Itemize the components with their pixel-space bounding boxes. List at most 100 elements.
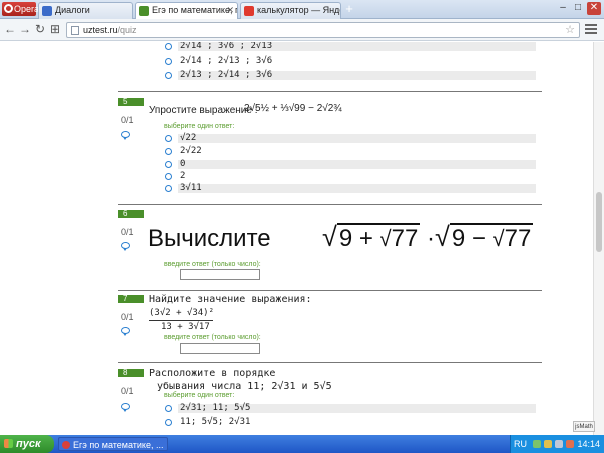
q6-answer-input[interactable] [180,269,260,280]
menu-hamburger-icon[interactable] [585,24,597,36]
tab-dialogs[interactable]: Диалоги [38,2,133,19]
url-path: /quiz [117,25,137,35]
q7-hint: введите ответ (только число): [164,334,261,341]
jsmath-badge[interactable]: jsMath [573,421,595,432]
radio-option[interactable] [165,43,172,50]
comment-bubble-icon[interactable] [121,131,130,140]
back-arrow-icon[interactable]: ← [3,23,17,37]
q6-expr-b: 77 [391,223,419,252]
q5-option-1: √22 [178,134,536,143]
q6-score: 0/1 [121,227,134,237]
q7-answer-input[interactable] [180,343,260,354]
q6-expr-a: 9 + [338,225,380,252]
question-divider [118,362,542,363]
tab-close-icon[interactable]: ✕ [226,3,234,18]
new-tab-plus-icon[interactable]: + [343,2,355,16]
q7-prompt: Найдите значение выражения: [149,294,312,305]
tab-yandex-calculator[interactable]: калькулятор — Яндекс: на [240,2,341,19]
url-host: uztest.ru [83,25,118,35]
minimize-icon[interactable]: – [556,2,570,15]
q5-hint: выберите один ответ: [164,123,235,130]
q6-prompt: Вычислите [148,225,271,252]
start-label: пуск [16,438,41,450]
q6-hint: введите ответ (только число): [164,261,261,268]
url-field[interactable]: uztest.ru/quiz ☆ [66,22,580,38]
q5-option-5: 3√11 [178,184,536,193]
start-button[interactable]: пуск [0,435,54,453]
question-divider [118,204,542,205]
bookmark-star-icon[interactable]: ☆ [565,23,575,37]
address-toolbar: ← → ↻ ⊞ uztest.ru/quiz ☆ [0,19,604,41]
q7-score: 0/1 [121,312,134,322]
radio-option[interactable] [165,148,172,155]
question-number-7: 7 [118,295,144,303]
q8-hint: выберите один ответ: [164,392,235,399]
prev-option-2: 2√14 ; 2√13 ; 3√6 [180,56,273,66]
radio-option[interactable] [165,173,172,180]
q7-numerator: (3√2 + √34)² [149,308,215,318]
q5-option-4: 2 [180,171,186,181]
tray-icon-app[interactable] [555,440,563,448]
tray-icon-network[interactable] [533,440,541,448]
reload-icon[interactable]: ↻ [33,23,47,37]
comment-bubble-icon[interactable] [121,403,130,412]
q5-option-3: 0 [178,160,536,169]
dialogs-favicon-icon [42,6,52,16]
opera-taskbar-icon [62,441,70,449]
q5-prompt: Упростите выражение : [149,105,258,116]
scrollbar-thumb[interactable] [596,192,602,252]
tab-ege-math[interactable]: Егэ по математике, подгот ✕ [135,2,238,19]
system-tray: RU 14:14 [510,435,604,453]
yandex-favicon-icon [244,6,254,16]
comment-bubble-icon[interactable] [121,327,130,336]
windows-flag-icon [4,439,13,448]
tab-label: Диалоги [55,5,90,15]
q5-score: 0/1 [121,115,134,125]
window-close-icon[interactable]: ✕ [587,2,601,15]
radio-option[interactable] [165,161,172,168]
question-number-6: 6 [118,210,144,218]
windows-taskbar: пуск Егэ по математике, ... RU 14:14 [0,435,604,453]
tab-label: калькулятор — Яндекс: на [257,5,340,15]
q8-option-2: 11; 5√5; 2√31 [180,417,251,427]
tray-icon-volume[interactable] [544,440,552,448]
q7-denominator: 13 + 3√17 [161,322,210,332]
clock[interactable]: 14:14 [577,435,600,453]
opera-menu-label: Opera [14,4,40,14]
taskbar-item-opera[interactable]: Егэ по математике, ... [58,437,168,451]
maximize-icon[interactable]: □ [571,2,585,15]
radio-option[interactable] [165,135,172,142]
radio-option[interactable] [165,419,172,426]
radio-option[interactable] [165,185,172,192]
q8-prompt-line1: Расположите в порядке [149,368,276,379]
radio-option[interactable] [165,405,172,412]
tab-label: Егэ по математике, подгот [152,5,237,15]
q7-fraction-line [149,320,213,321]
page-icon [71,26,79,35]
comment-bubble-icon[interactable] [121,242,130,251]
q6-expr-d: 77 [504,223,532,252]
q5-expression: 2√5½ + ⅓√99 − 2√2¾ [244,103,342,114]
q8-prompt-line2: убывания числа 11; 2√31 и 5√5 [157,381,332,392]
q8-option-1: 2√31; 11; 5√5 [178,404,536,413]
q6-expr-c: 9 − [451,225,493,252]
q8-score: 0/1 [121,386,134,396]
speed-dial-grid-icon[interactable]: ⊞ [48,23,62,37]
tab-bar: Opera Диалоги Егэ по математике, подгот … [0,0,604,19]
q5-option-2: 2√22 [180,146,202,156]
vertical-scrollbar[interactable] [593,42,604,435]
tray-icon-security[interactable] [566,440,574,448]
taskbar-item-label: Егэ по математике, ... [73,440,164,450]
uztest-favicon-icon [139,6,149,16]
opera-menu-button[interactable]: Opera [2,2,40,16]
question-divider [118,290,542,291]
language-indicator[interactable]: RU [514,435,527,453]
forward-arrow-icon[interactable]: → [18,23,32,37]
opera-logo-icon [4,4,13,13]
radio-option[interactable] [165,72,172,79]
radio-option[interactable] [165,58,172,65]
question-divider [118,91,542,92]
prev-option-3: 2√13 ; 2√14 ; 3√6 [178,71,536,80]
question-number-8: 8 [118,369,144,377]
q6-expression: Вычислите √9 + √77 ·√9 − √77 [148,222,534,252]
